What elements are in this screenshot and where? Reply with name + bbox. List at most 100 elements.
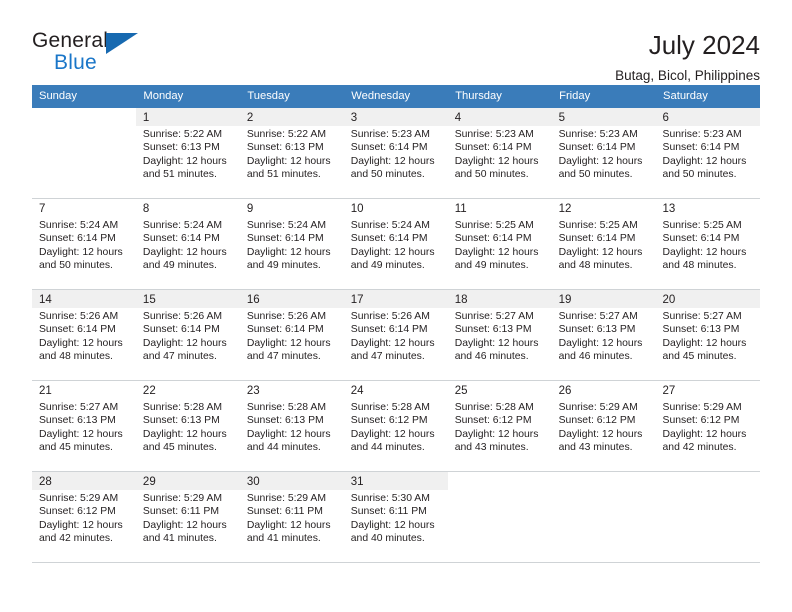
sunset-text: Sunset: 6:14 PM	[39, 233, 116, 245]
calendar-page: General Blue July 2024 Butag, Bicol, Phi…	[0, 0, 792, 612]
day-cell[interactable]: 28 Sunrise: 5:29 AM Sunset: 6:12 PM Dayl…	[32, 471, 136, 563]
daylight-text-line2: and 49 minutes.	[454, 260, 529, 272]
day-cell[interactable]: 14 Sunrise: 5:26 AM Sunset: 6:14 PM Dayl…	[32, 289, 136, 381]
day-cell[interactable]: 30 Sunrise: 5:29 AM Sunset: 6:11 PM Dayl…	[239, 471, 344, 563]
daylight-text-line1: Daylight: 12 hours	[39, 246, 123, 258]
day-cell[interactable]: 25 Sunrise: 5:28 AM Sunset: 6:12 PM Dayl…	[447, 380, 552, 472]
sunrise-text: Sunrise: 5:27 AM	[454, 311, 534, 322]
day-info: Sunrise: 5:28 AM Sunset: 6:12 PM Dayligh…	[344, 399, 448, 455]
sunrise-text: Sunrise: 5:26 AM	[350, 311, 430, 322]
day-cell[interactable]: 7 Sunrise: 5:24 AM Sunset: 6:14 PM Dayli…	[32, 198, 136, 290]
day-cell[interactable]: 8 Sunrise: 5:24 AM Sunset: 6:14 PM Dayli…	[135, 198, 240, 290]
sunrise-text: Sunrise: 5:29 AM	[246, 493, 326, 504]
day-info: Sunrise: 5:27 AM Sunset: 6:13 PM Dayligh…	[552, 308, 656, 364]
sunrise-text: Sunrise: 5:25 AM	[662, 220, 742, 231]
sunset-text: Sunset: 6:14 PM	[558, 142, 636, 154]
day-number: 15	[135, 290, 240, 308]
day-cell[interactable]: 31 Sunrise: 5:30 AM Sunset: 6:11 PM Dayl…	[343, 471, 448, 563]
sunset-text: Sunset: 6:11 PM	[246, 506, 323, 518]
day-info: Sunrise: 5:25 AM Sunset: 6:14 PM Dayligh…	[448, 217, 552, 273]
day-cell[interactable]: 12 Sunrise: 5:25 AM Sunset: 6:14 PM Dayl…	[551, 198, 656, 290]
day-cell[interactable]: 19 Sunrise: 5:27 AM Sunset: 6:13 PM Dayl…	[551, 289, 656, 381]
daylight-text-line2: and 41 minutes.	[142, 533, 217, 545]
weekday-header-sunday: Sunday	[32, 85, 137, 108]
day-number: 24	[343, 381, 448, 399]
sunrise-text: Sunrise: 5:23 AM	[662, 129, 742, 140]
day-cell[interactable]: 29 Sunrise: 5:29 AM Sunset: 6:11 PM Dayl…	[135, 471, 240, 563]
sunrise-text: Sunrise: 5:26 AM	[142, 311, 223, 322]
sunset-text: Sunset: 6:12 PM	[454, 415, 532, 427]
day-info: Sunrise: 5:26 AM Sunset: 6:14 PM Dayligh…	[344, 308, 448, 364]
daylight-text-line1: Daylight: 12 hours	[662, 337, 747, 349]
day-info: Sunrise: 5:29 AM Sunset: 6:12 PM Dayligh…	[656, 399, 760, 455]
day-number: 8	[135, 199, 240, 217]
day-cell[interactable]: 18 Sunrise: 5:27 AM Sunset: 6:13 PM Dayl…	[447, 289, 552, 381]
daylight-text-line2: and 44 minutes.	[350, 442, 425, 454]
day-cell[interactable]: 9 Sunrise: 5:24 AM Sunset: 6:14 PM Dayli…	[239, 198, 344, 290]
day-cell[interactable]: 24 Sunrise: 5:28 AM Sunset: 6:12 PM Dayl…	[343, 380, 448, 472]
day-info: Sunrise: 5:24 AM Sunset: 6:14 PM Dayligh…	[240, 217, 344, 273]
calendar-table: Sunday Monday Tuesday Wednesday Thursday…	[32, 85, 760, 563]
day-cell[interactable]: 21 Sunrise: 5:27 AM Sunset: 6:13 PM Dayl…	[32, 380, 136, 472]
day-cell[interactable]: 26 Sunrise: 5:29 AM Sunset: 6:12 PM Dayl…	[551, 380, 656, 472]
sunset-text: Sunset: 6:14 PM	[454, 233, 532, 245]
logo-triangle-icon	[106, 33, 138, 54]
sunrise-text: Sunrise: 5:30 AM	[350, 493, 430, 504]
day-cell[interactable]: 15 Sunrise: 5:26 AM Sunset: 6:14 PM Dayl…	[135, 289, 240, 381]
daylight-text-line2: and 49 minutes.	[142, 260, 217, 272]
day-cell-empty	[447, 471, 552, 563]
day-cell[interactable]: 16 Sunrise: 5:26 AM Sunset: 6:14 PM Dayl…	[239, 289, 344, 381]
daylight-text-line2: and 44 minutes.	[246, 442, 321, 454]
day-cell[interactable]: 20 Sunrise: 5:27 AM Sunset: 6:13 PM Dayl…	[655, 289, 760, 381]
sunset-text: Sunset: 6:13 PM	[142, 415, 220, 427]
day-cell[interactable]: 3 Sunrise: 5:23 AM Sunset: 6:14 PM Dayli…	[343, 108, 448, 199]
day-cell[interactable]: 1 Sunrise: 5:22 AM Sunset: 6:13 PM Dayli…	[135, 108, 240, 199]
sunrise-text: Sunrise: 5:23 AM	[454, 129, 534, 140]
day-cell[interactable]: 5 Sunrise: 5:23 AM Sunset: 6:14 PM Dayli…	[551, 108, 656, 199]
sunset-text: Sunset: 6:14 PM	[246, 233, 324, 245]
sunset-text: Sunset: 6:14 PM	[350, 233, 428, 245]
day-cell[interactable]: 22 Sunrise: 5:28 AM Sunset: 6:13 PM Dayl…	[135, 380, 240, 472]
calendar-header-row: Sunday Monday Tuesday Wednesday Thursday…	[32, 85, 760, 108]
daylight-text-line1: Daylight: 12 hours	[246, 519, 331, 531]
weekday-header-friday: Friday	[551, 85, 657, 108]
sunset-text: Sunset: 6:14 PM	[350, 142, 428, 154]
day-info: Sunrise: 5:27 AM Sunset: 6:13 PM Dayligh…	[32, 399, 136, 455]
day-info: Sunrise: 5:24 AM Sunset: 6:14 PM Dayligh…	[136, 217, 240, 273]
sunrise-text: Sunrise: 5:23 AM	[350, 129, 430, 140]
daylight-text-line1: Daylight: 12 hours	[350, 519, 435, 531]
daylight-text-line1: Daylight: 12 hours	[142, 155, 227, 167]
sunrise-text: Sunrise: 5:28 AM	[142, 402, 223, 413]
sunrise-text: Sunrise: 5:24 AM	[350, 220, 430, 231]
daylight-text-line1: Daylight: 12 hours	[39, 337, 123, 349]
sunrise-text: Sunrise: 5:27 AM	[558, 311, 638, 322]
sunset-text: Sunset: 6:14 PM	[246, 324, 324, 336]
day-number: 2	[239, 108, 344, 126]
day-number: 9	[239, 199, 344, 217]
week-row: 14 Sunrise: 5:26 AM Sunset: 6:14 PM Dayl…	[32, 289, 760, 381]
day-cell[interactable]: 11 Sunrise: 5:25 AM Sunset: 6:14 PM Dayl…	[447, 198, 552, 290]
sunrise-text: Sunrise: 5:29 AM	[142, 493, 223, 504]
day-cell[interactable]: 17 Sunrise: 5:26 AM Sunset: 6:14 PM Dayl…	[343, 289, 448, 381]
day-cell[interactable]: 23 Sunrise: 5:28 AM Sunset: 6:13 PM Dayl…	[239, 380, 344, 472]
day-cell[interactable]: 2 Sunrise: 5:22 AM Sunset: 6:13 PM Dayli…	[239, 108, 344, 199]
daylight-text-line2: and 46 minutes.	[558, 351, 633, 363]
day-cell[interactable]: 27 Sunrise: 5:29 AM Sunset: 6:12 PM Dayl…	[655, 380, 760, 472]
general-blue-logo[interactable]: General Blue	[32, 30, 152, 82]
daylight-text-line2: and 51 minutes.	[246, 169, 321, 181]
weekday-header-tuesday: Tuesday	[239, 85, 345, 108]
sunset-text: Sunset: 6:12 PM	[39, 506, 116, 518]
day-info: Sunrise: 5:23 AM Sunset: 6:14 PM Dayligh…	[656, 126, 760, 182]
daylight-text-line1: Daylight: 12 hours	[246, 428, 331, 440]
day-cell[interactable]: 4 Sunrise: 5:23 AM Sunset: 6:14 PM Dayli…	[447, 108, 552, 199]
day-cell[interactable]: 10 Sunrise: 5:24 AM Sunset: 6:14 PM Dayl…	[343, 198, 448, 290]
daylight-text-line2: and 42 minutes.	[662, 442, 737, 454]
sunrise-text: Sunrise: 5:24 AM	[39, 220, 119, 231]
daylight-text-line1: Daylight: 12 hours	[142, 337, 227, 349]
daylight-text-line1: Daylight: 12 hours	[39, 519, 123, 531]
sunset-text: Sunset: 6:13 PM	[662, 324, 740, 336]
day-cell[interactable]: 6 Sunrise: 5:23 AM Sunset: 6:14 PM Dayli…	[655, 108, 760, 199]
daylight-text-line2: and 45 minutes.	[39, 442, 113, 454]
day-cell[interactable]: 13 Sunrise: 5:25 AM Sunset: 6:14 PM Dayl…	[655, 198, 760, 290]
daylight-text-line1: Daylight: 12 hours	[142, 519, 227, 531]
